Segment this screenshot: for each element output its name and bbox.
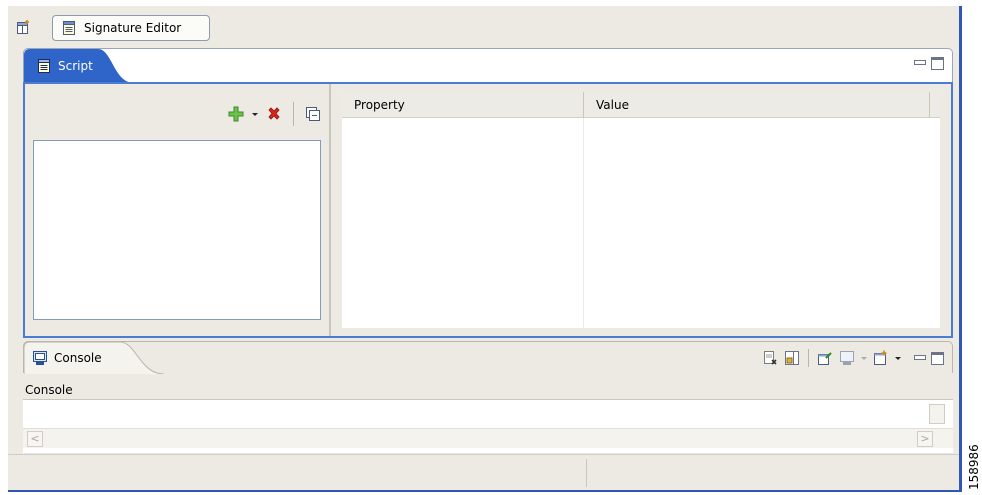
console-heading: Console <box>25 383 73 397</box>
add-plus-icon[interactable] <box>228 106 244 122</box>
chevron-down-icon[interactable] <box>861 350 867 366</box>
column-divider <box>583 118 584 328</box>
workbench-window: Signature Editor Script Property Value C… <box>8 6 962 492</box>
maximize-icon[interactable] <box>931 57 944 70</box>
column-header-value[interactable]: Value <box>584 92 930 118</box>
console-tab-label: Console <box>54 351 102 365</box>
delete-x-icon[interactable] <box>266 106 282 122</box>
status-separator <box>586 459 587 487</box>
console-output[interactable]: < > <box>23 399 953 453</box>
perspective-bar: Signature Editor <box>8 6 959 46</box>
console-view: Console Console < > <box>23 341 953 453</box>
chevron-down-icon[interactable] <box>251 106 259 122</box>
table-header: Property Value <box>342 92 940 118</box>
minimize-icon[interactable] <box>913 57 926 69</box>
maximize-icon[interactable] <box>931 351 944 365</box>
console-tab-strip: Console <box>23 341 953 374</box>
script-tab-strip: Script <box>23 48 953 83</box>
script-view: Script Property Value <box>23 48 953 338</box>
pin-console-icon[interactable] <box>817 350 833 366</box>
console-icon <box>32 350 48 366</box>
script-icon <box>36 58 52 74</box>
script-tree-pane <box>25 84 329 336</box>
scroll-lock-icon[interactable] <box>784 350 800 366</box>
minimize-icon[interactable] <box>913 352 926 364</box>
scroll-right-icon[interactable]: > <box>917 431 933 447</box>
tab-script[interactable]: Script <box>24 49 134 83</box>
chevron-down-icon[interactable] <box>895 350 901 366</box>
property-table: Property Value <box>342 92 940 328</box>
scroll-left-icon[interactable]: < <box>27 431 43 447</box>
perspective-button-label: Signature Editor <box>84 21 182 35</box>
display-console-icon[interactable] <box>839 350 855 366</box>
signature-editor-icon <box>61 20 77 36</box>
open-perspective-icon[interactable] <box>16 19 32 35</box>
script-toolbar <box>228 102 321 126</box>
collapse-all-icon[interactable] <box>305 106 321 122</box>
toolbar-separator <box>808 349 809 367</box>
script-tree-list[interactable] <box>33 140 321 320</box>
pane-splitter[interactable] <box>329 84 331 336</box>
tab-console[interactable]: Console <box>24 342 164 374</box>
clear-console-icon[interactable] <box>762 350 778 366</box>
script-view-controls <box>913 57 944 70</box>
console-toolbar <box>762 349 944 367</box>
script-view-body: Property Value <box>23 82 953 338</box>
figure-id: 158986 <box>967 444 981 490</box>
horizontal-scrollbar[interactable]: < > <box>23 428 953 448</box>
column-header-property[interactable]: Property <box>342 92 584 118</box>
open-console-icon[interactable] <box>873 350 889 366</box>
script-tab-label: Script <box>58 59 93 73</box>
vertical-scrollbar[interactable] <box>929 404 945 424</box>
signature-editor-perspective-button[interactable]: Signature Editor <box>52 15 210 41</box>
toolbar-separator <box>293 102 294 126</box>
status-bar <box>8 454 959 490</box>
